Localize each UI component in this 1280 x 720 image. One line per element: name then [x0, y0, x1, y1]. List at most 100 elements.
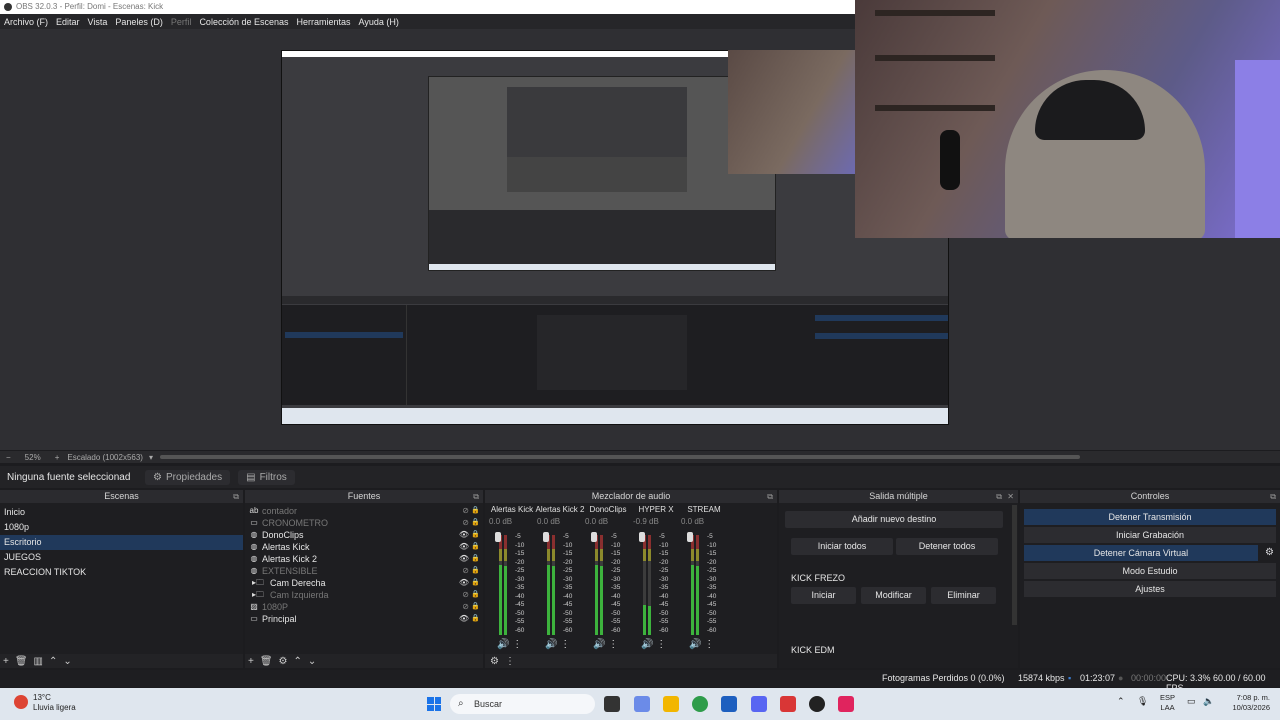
- target-delete-button[interactable]: Eliminar: [931, 587, 996, 604]
- remove-scene-icon[interactable]: 🗑: [15, 656, 28, 667]
- speaker-icon[interactable]: 🔊: [641, 639, 653, 650]
- source-item[interactable]: ▭ Principal 👁 🔒: [245, 613, 483, 625]
- eye-hidden-icon[interactable]: ⊘: [462, 517, 469, 529]
- target-start-button[interactable]: Iniciar: [791, 587, 856, 604]
- volume-fader[interactable]: [687, 532, 693, 542]
- speaker-icon[interactable]: 🔊: [497, 639, 509, 650]
- studio-mode-button[interactable]: Modo Estudio: [1024, 563, 1276, 579]
- source-item[interactable]: ▸🗀 Cam Derecha 👁 🔒: [245, 577, 483, 589]
- start-all-button[interactable]: Iniciar todos: [791, 538, 893, 555]
- lock-icon[interactable]: 🔒: [471, 529, 480, 541]
- lock-icon[interactable]: 🔒: [471, 577, 480, 589]
- eye-hidden-icon[interactable]: ⊘: [462, 601, 469, 613]
- tiktok-icon[interactable]: [838, 696, 854, 712]
- dock-float-icon[interactable]: ⧉: [473, 490, 479, 503]
- speaker-icon[interactable]: 🔊: [593, 639, 605, 650]
- mixer-menu-icon[interactable]: ⋮: [505, 656, 515, 667]
- source-item[interactable]: ◍ EXTENSIBLE ⊘ 🔒: [245, 565, 483, 577]
- lock-icon[interactable]: 🔒: [471, 517, 480, 529]
- network-icon[interactable]: ▭: [1187, 696, 1196, 707]
- channel-menu-icon[interactable]: ⋮: [653, 639, 666, 650]
- dock-float-icon[interactable]: ⧉: [233, 490, 239, 503]
- zoom-out-button[interactable]: −: [6, 453, 11, 462]
- move-down-icon[interactable]: ⌄: [63, 656, 71, 667]
- speaker-icon[interactable]: 🔊: [689, 639, 701, 650]
- task-view-icon[interactable]: [604, 696, 620, 712]
- eye-icon[interactable]: 👁: [459, 541, 469, 553]
- add-scene-icon[interactable]: +: [3, 656, 9, 667]
- eye-icon[interactable]: 👁: [459, 577, 469, 589]
- add-source-icon[interactable]: +: [248, 656, 254, 667]
- menu-perfil[interactable]: Perfil: [167, 17, 196, 27]
- obs-taskbar-icon[interactable]: [809, 696, 825, 712]
- store-icon[interactable]: [721, 696, 737, 712]
- volume-fader[interactable]: [639, 532, 645, 542]
- lock-icon[interactable]: 🔒: [471, 613, 480, 625]
- volume-fader[interactable]: [591, 532, 597, 542]
- properties-button[interactable]: ⚙ Propiedades: [145, 469, 231, 485]
- lock-icon[interactable]: 🔒: [471, 553, 480, 565]
- dock-float-icon[interactable]: ⧉: [1270, 490, 1276, 503]
- menu-paneles[interactable]: Paneles (D): [111, 17, 167, 27]
- channel-menu-icon[interactable]: ⋮: [701, 639, 714, 650]
- microphone-icon[interactable]: 🎙: [1137, 696, 1148, 707]
- tray-overflow-icon[interactable]: ⌃: [1117, 696, 1125, 707]
- filters-button[interactable]: ▤ Filtros: [238, 469, 295, 485]
- source-item[interactable]: ▸🗀 Cam Izquierda ⊘ 🔒: [245, 589, 483, 601]
- add-target-button[interactable]: Añadir nuevo destino: [785, 511, 1003, 528]
- eye-hidden-icon[interactable]: ⊘: [462, 565, 469, 577]
- lock-icon[interactable]: 🔒: [471, 565, 480, 577]
- scene-item[interactable]: Inicio: [0, 505, 243, 520]
- menu-herramientas[interactable]: Herramientas: [293, 17, 355, 27]
- lock-icon[interactable]: 🔒: [471, 589, 480, 601]
- taskbar-search[interactable]: ⌕ Buscar: [450, 694, 595, 714]
- source-item[interactable]: ▨ 1080P ⊘ 🔒: [245, 601, 483, 613]
- eye-hidden-icon[interactable]: ⊘: [462, 589, 469, 601]
- target-edit-button[interactable]: Modificar: [861, 587, 926, 604]
- channel-menu-icon[interactable]: ⋮: [557, 639, 570, 650]
- app-x-icon[interactable]: [780, 696, 796, 712]
- settings-button[interactable]: Ajustes: [1024, 581, 1276, 597]
- menu-coleccion-escenas[interactable]: Colección de Escenas: [195, 17, 292, 27]
- eye-icon[interactable]: 👁: [459, 529, 469, 541]
- speaker-icon[interactable]: 🔊: [545, 639, 557, 650]
- stop-streaming-button[interactable]: Detener Transmisión: [1024, 509, 1276, 525]
- scene-item[interactable]: 1080p: [0, 520, 243, 535]
- menu-archivo[interactable]: Archivo (F): [0, 17, 52, 27]
- volume-fader[interactable]: [543, 532, 549, 542]
- menu-vista[interactable]: Vista: [84, 17, 112, 27]
- lock-icon[interactable]: 🔒: [471, 601, 480, 613]
- move-up-icon[interactable]: ⌃: [49, 656, 57, 667]
- source-item[interactable]: ◍ DonoClips 👁 🔒: [245, 529, 483, 541]
- start-recording-button[interactable]: Iniciar Grabación: [1024, 527, 1276, 543]
- volume-icon[interactable]: 🔈: [1203, 696, 1214, 707]
- source-item[interactable]: ◍ Alertas Kick 2 👁 🔒: [245, 553, 483, 565]
- dock-float-icon[interactable]: ⧉: [767, 490, 773, 503]
- stop-all-button[interactable]: Detener todos: [896, 538, 998, 555]
- lock-icon[interactable]: 🔒: [471, 541, 480, 553]
- scene-item[interactable]: Escritorio: [0, 535, 243, 550]
- scene-item[interactable]: REACCION TIKTOK: [0, 565, 243, 580]
- menu-editar[interactable]: Editar: [52, 17, 84, 27]
- stop-virtual-camera-button[interactable]: Detener Cámara Virtual: [1024, 545, 1258, 561]
- menu-ayuda[interactable]: Ayuda (H): [355, 17, 403, 27]
- source-properties-icon[interactable]: ⚙: [279, 656, 288, 667]
- windows-start-icon[interactable]: [427, 697, 441, 711]
- move-down-icon[interactable]: ⌄: [308, 656, 316, 667]
- scene-filters-icon[interactable]: ▥: [34, 656, 43, 667]
- channel-menu-icon[interactable]: ⋮: [605, 639, 618, 650]
- copilot-icon[interactable]: [634, 696, 650, 712]
- source-item[interactable]: ▭ CRONOMETRO ⊘ 🔒: [245, 517, 483, 529]
- preview-horizontal-scrollbar[interactable]: [160, 455, 1080, 459]
- source-item[interactable]: ◍ Alertas Kick 👁 🔒: [245, 541, 483, 553]
- scene-item[interactable]: JUEGOS: [0, 550, 243, 565]
- dock-close-icon[interactable]: ✕: [1007, 490, 1014, 503]
- remove-source-icon[interactable]: 🗑: [260, 656, 273, 667]
- volume-fader[interactable]: [495, 532, 501, 542]
- zoom-in-button[interactable]: +: [55, 453, 60, 462]
- eye-hidden-icon[interactable]: ⊘: [462, 505, 469, 517]
- dock-float-icon[interactable]: ⧉: [996, 490, 1002, 503]
- eye-icon[interactable]: 👁: [459, 553, 469, 565]
- chrome-icon[interactable]: [692, 696, 708, 712]
- source-item[interactable]: ab contador ⊘ 🔒: [245, 505, 483, 517]
